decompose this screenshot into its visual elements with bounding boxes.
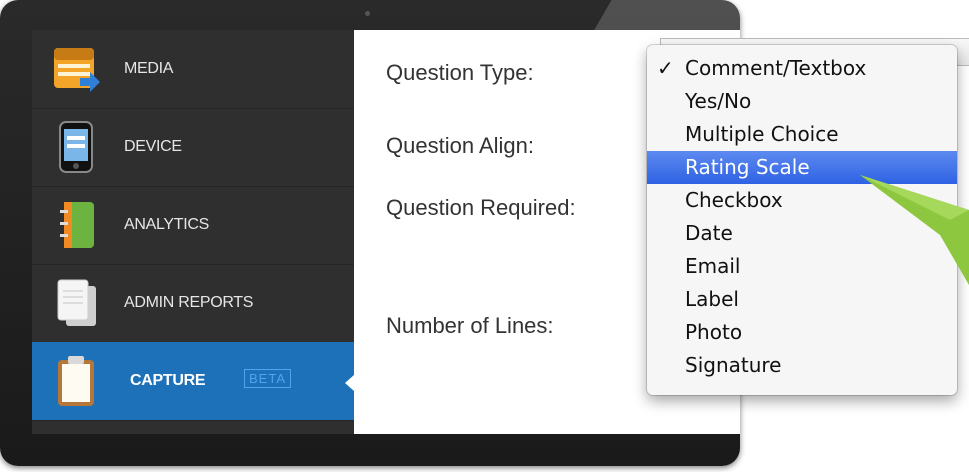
phone-icon	[59, 121, 93, 173]
callout-arrow-icon	[860, 175, 969, 285]
sidebar-item-label: ANALYTICS	[124, 216, 210, 233]
beta-badge: BETA	[244, 369, 291, 388]
sidebar-item-admin-reports[interactable]: ADMIN REPORTS	[32, 264, 354, 343]
option-label: Email	[685, 254, 741, 278]
notebook-icon	[60, 202, 94, 248]
sidebar-item-label: DEVICE	[124, 138, 182, 155]
option-label: Photo	[685, 320, 743, 344]
drawer-icon	[54, 48, 100, 92]
question-required-label: Question Required:	[386, 195, 576, 220]
sidebar-item-label: ADMIN REPORTS	[124, 294, 254, 311]
sidebar-item-label: MEDIA	[124, 60, 174, 77]
sidebar-item-media[interactable]: MEDIA	[32, 30, 354, 109]
option-comment-textbox[interactable]: ✓ Comment/Textbox	[647, 52, 957, 85]
option-yes-no[interactable]: Yes/No	[647, 85, 957, 118]
tablet-frame: MEDIA DEVICE ANALYTICS ADMIN REPORTS CAP…	[0, 0, 740, 466]
active-caret	[345, 375, 354, 391]
sidebar: MEDIA DEVICE ANALYTICS ADMIN REPORTS CAP…	[32, 30, 354, 434]
option-label[interactable]: Label	[647, 283, 957, 316]
option-label: Multiple Choice	[685, 122, 839, 146]
option-signature[interactable]: Signature	[647, 349, 957, 382]
sidebar-item-analytics[interactable]: ANALYTICS	[32, 186, 354, 265]
option-multiple-choice[interactable]: Multiple Choice	[647, 118, 957, 151]
question-align-label: Question Align:	[386, 133, 534, 158]
sidebar-item-capture[interactable]: CAPTURE BETA	[32, 342, 354, 421]
sidebar-item-device[interactable]: DEVICE	[32, 108, 354, 187]
clipboard-icon	[58, 356, 94, 406]
option-photo[interactable]: Photo	[647, 316, 957, 349]
option-label: Date	[685, 221, 733, 245]
checkmark-icon: ✓	[657, 56, 674, 80]
option-label: Yes/No	[685, 89, 752, 113]
option-label: Label	[685, 287, 739, 311]
option-label: Signature	[685, 353, 782, 377]
question-type-label: Question Type:	[386, 60, 534, 85]
option-label: Comment/Textbox	[685, 56, 867, 80]
camera-dot	[365, 11, 370, 16]
number-of-lines-label: Number of Lines:	[386, 313, 554, 338]
option-label: Rating Scale	[685, 155, 810, 179]
sidebar-item-label: CAPTURE	[130, 372, 206, 389]
option-label: Checkbox	[685, 188, 783, 212]
documents-icon	[57, 279, 96, 326]
